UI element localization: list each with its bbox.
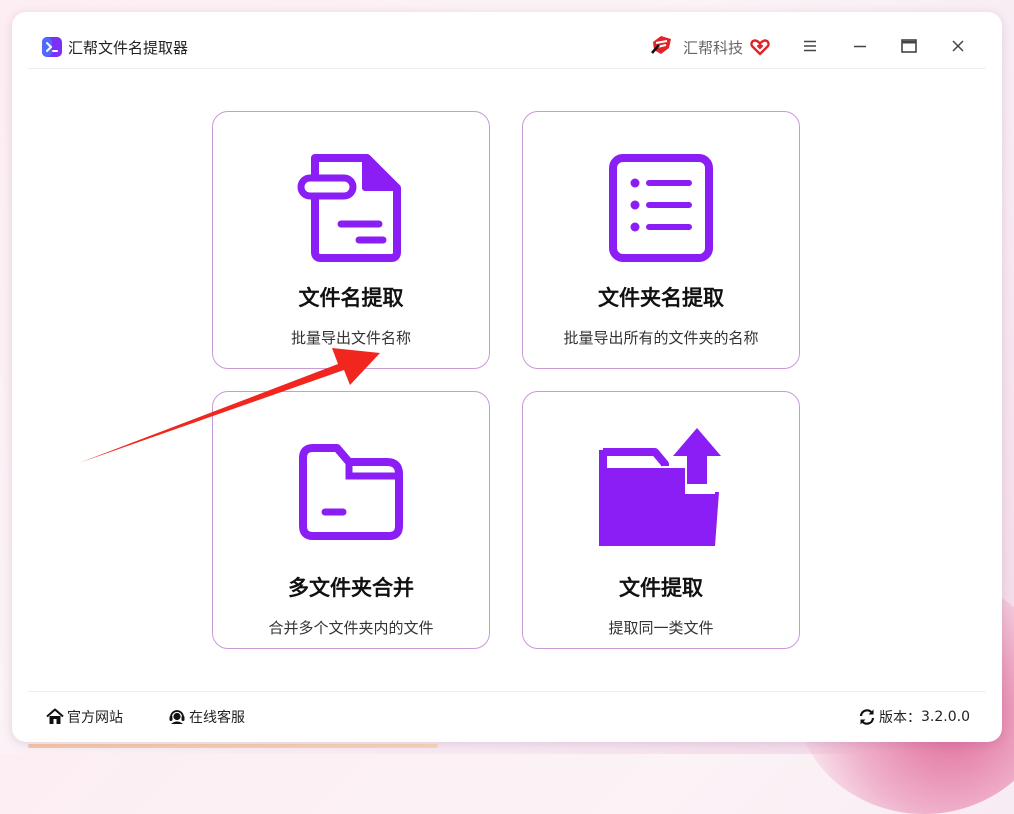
app-window: 汇帮文件名提取器 汇帮科技 文件名提取 批量导出文件名称 文件夹名提取 批量导出… <box>12 12 1002 742</box>
headset-icon <box>169 710 185 724</box>
maximize-icon <box>901 39 917 53</box>
footer-bar: 官方网站 在线客服 版本： 3.2.0.0 <box>28 691 986 742</box>
official-site-link[interactable]: 官方网站 <box>46 706 123 728</box>
close-icon <box>952 40 964 52</box>
online-service-label: 在线客服 <box>189 710 245 726</box>
maximize-button[interactable] <box>897 34 921 58</box>
red-arrow-annotation <box>79 348 380 463</box>
version-label: 版本： <box>879 710 921 726</box>
heart-icon <box>750 39 770 56</box>
refresh-icon <box>859 709 875 725</box>
card-file-extract[interactable]: 文件提取 提取同一类文件 <box>522 391 800 649</box>
online-service-link[interactable]: 在线客服 <box>168 706 245 728</box>
minimize-button[interactable] <box>848 34 872 58</box>
app-title: 汇帮文件名提取器 <box>68 39 189 57</box>
card-description: 批量导出所有的文件夹的名称 <box>563 329 759 347</box>
hamburger-icon <box>804 40 816 52</box>
title-bar: 汇帮文件名提取器 汇帮科技 <box>28 12 986 69</box>
card-title: 多文件夹合并 <box>288 576 414 600</box>
menu-button[interactable] <box>798 34 822 58</box>
file-document-icon <box>297 154 401 262</box>
folder-upload-icon <box>599 428 721 546</box>
list-document-icon <box>609 154 713 262</box>
close-button[interactable] <box>946 34 970 58</box>
card-description: 批量导出文件名称 <box>290 329 411 347</box>
card-title: 文件名提取 <box>298 286 404 310</box>
brand-logo-icon <box>651 36 671 54</box>
brand-name: 汇帮科技 <box>683 39 744 57</box>
card-foldername-extract[interactable]: 文件夹名提取 批量导出所有的文件夹的名称 <box>522 111 800 369</box>
official-site-label: 官方网站 <box>67 710 123 726</box>
version-info[interactable]: 版本： 3.2.0.0 <box>858 706 970 728</box>
card-title: 文件提取 <box>619 576 703 600</box>
version-value: 3.2.0.0 <box>921 709 970 725</box>
card-multi-folder-merge[interactable]: 多文件夹合并 合并多个文件夹内的文件 <box>212 391 490 649</box>
card-description: 合并多个文件夹内的文件 <box>268 619 434 637</box>
home-icon <box>46 708 64 724</box>
folder-icon <box>299 444 403 540</box>
app-logo-icon <box>42 37 62 57</box>
card-description: 提取同一类文件 <box>608 619 714 637</box>
card-filename-extract[interactable]: 文件名提取 批量导出文件名称 <box>212 111 490 369</box>
background-strip <box>28 744 438 748</box>
minimize-icon <box>854 45 866 48</box>
card-title: 文件夹名提取 <box>598 286 724 310</box>
